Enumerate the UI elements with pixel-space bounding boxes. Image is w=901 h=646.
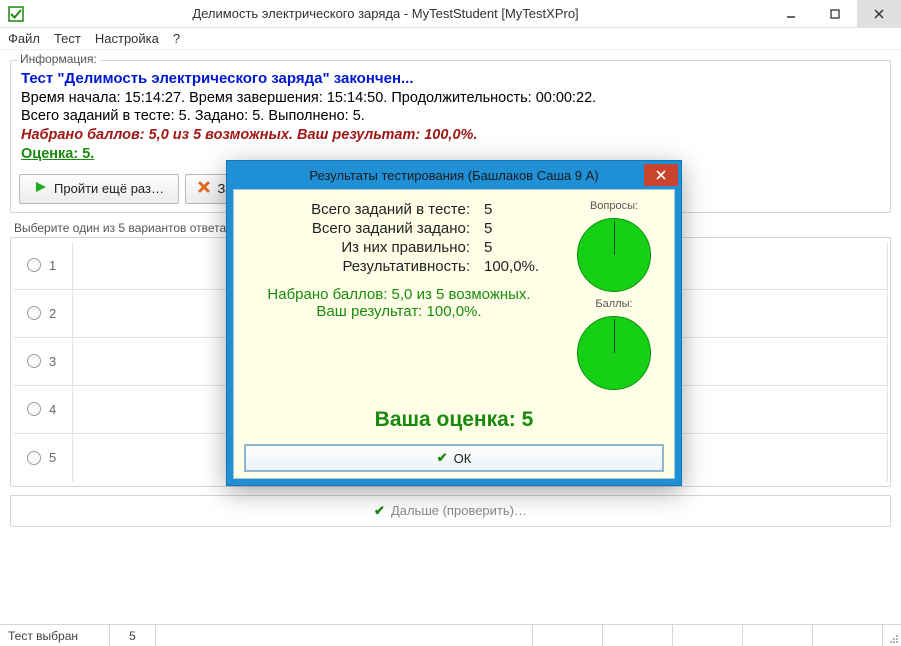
check-icon: ✔ (437, 450, 448, 466)
stop-icon (197, 180, 211, 197)
menu-file[interactable]: Файл (8, 31, 40, 46)
info-legend: Информация: (17, 52, 100, 66)
option-num: 5 (49, 450, 56, 465)
option-num: 2 (49, 306, 56, 321)
maximize-button[interactable] (813, 0, 857, 27)
stat-total-val: 5 (484, 201, 554, 218)
radio-icon (27, 354, 41, 368)
window-title: Делимость электрического заряда - MyTest… (2, 6, 769, 21)
next-label: Дальше (проверить)… (391, 503, 527, 518)
retry-button[interactable]: Пройти ещё раз… (19, 174, 179, 204)
stat-asked-val: 5 (484, 220, 554, 237)
option-num: 1 (49, 258, 56, 273)
stat-correct-label: Из них правильно: (244, 239, 470, 256)
minimize-button[interactable] (769, 0, 813, 27)
titlebar: Делимость электрического заряда - MyTest… (0, 0, 901, 28)
menu-test[interactable]: Тест (54, 31, 81, 46)
status-cell (533, 625, 603, 646)
radio-icon (27, 258, 41, 272)
status-cell (603, 625, 673, 646)
radio-icon (27, 306, 41, 320)
check-icon: ✔ (374, 503, 385, 519)
play-icon (34, 180, 48, 197)
radio-icon (27, 451, 41, 465)
info-time: Время начала: 15:14:27. Время завершения… (21, 89, 880, 108)
statusbar: Тест выбран 5 (0, 624, 901, 646)
dialog-close-button[interactable] (644, 164, 678, 186)
next-button[interactable]: ✔ Дальше (проверить)… (10, 495, 891, 527)
dialog-titlebar: Результаты тестирования (Башлаков Саша 9… (227, 161, 681, 189)
info-title: Тест "Делимость электрического заряда" з… (21, 69, 880, 89)
stat-perf-val: 100,0%. (484, 258, 554, 275)
info-score: Набрано баллов: 5,0 из 5 возможных. Ваш … (21, 126, 880, 145)
info-tasks: Всего заданий в тесте: 5. Задано: 5. Вып… (21, 107, 880, 126)
grade-line: Ваша оценка: 5 (244, 408, 664, 432)
menu-settings[interactable]: Настройка (95, 31, 159, 46)
menubar: Файл Тест Настройка ? (0, 28, 901, 50)
status-spacer (156, 625, 533, 646)
retry-label: Пройти ещё раз… (54, 181, 164, 196)
status-count: 5 (110, 625, 156, 646)
menu-help[interactable]: ? (173, 31, 180, 46)
status-cell (743, 625, 813, 646)
results-dialog: Результаты тестирования (Башлаков Саша 9… (226, 160, 682, 486)
status-cell (813, 625, 883, 646)
stat-asked-label: Всего заданий задано: (244, 220, 470, 237)
score-line-1: Набрано баллов: 5,0 из 5 возможных. (244, 286, 554, 303)
status-cell (673, 625, 743, 646)
stat-correct-val: 5 (484, 239, 554, 256)
ok-button[interactable]: ✔ ОК (244, 444, 664, 472)
pie-points-label: Баллы: (595, 298, 632, 310)
status-test: Тест выбран (0, 625, 110, 646)
option-num: 4 (49, 402, 56, 417)
radio-icon (27, 402, 41, 416)
resize-grip-icon[interactable] (883, 625, 901, 646)
close-button[interactable] (857, 0, 901, 27)
option-num: 3 (49, 354, 56, 369)
ok-label: ОК (454, 451, 472, 466)
pie-questions (577, 218, 651, 292)
stat-perf-label: Результативность: (244, 258, 470, 275)
pie-questions-label: Вопросы: (590, 200, 638, 212)
dialog-title: Результаты тестирования (Башлаков Саша 9… (227, 161, 681, 189)
pie-points (577, 316, 651, 390)
stat-total-label: Всего заданий в тесте: (244, 201, 470, 218)
score-line-2: Ваш результат: 100,0%. (244, 303, 554, 320)
